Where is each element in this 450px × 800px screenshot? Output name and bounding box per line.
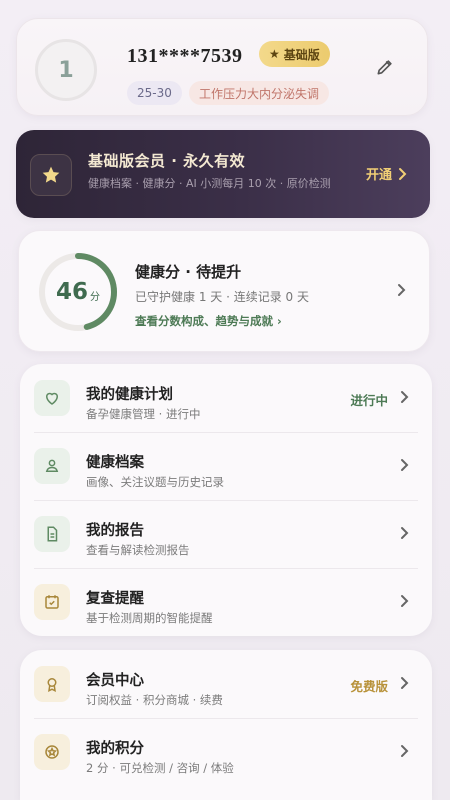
menu-item-subtitle: 查看与解读检测报告	[86, 543, 190, 557]
menu-item-subtitle: 2 分 · 可兑检测 / 咨询 / 体验	[86, 761, 234, 775]
pencil-icon	[377, 60, 392, 75]
avatar[interactable]: 1	[35, 39, 97, 101]
menu-list: 我的健康计划 备孕健康管理 · 进行中 进行中 健康档案 画像、关注议题与历史记…	[20, 364, 432, 636]
menu-item-recheck-reminder[interactable]: 复查提醒 基于检测周期的智能提醒	[20, 568, 432, 636]
account-menu-list: 会员中心 订阅权益 · 积分商城 · 续费 免费版 我的积分 2 分 · 可兑检…	[20, 650, 432, 800]
score-title: 健康分 · 待提升	[135, 263, 242, 281]
menu-item-subtitle: 画像、关注议题与历史记录	[86, 475, 224, 489]
score-subtitle: 已守护健康 1 天 · 连续记录 0 天	[135, 290, 309, 304]
profile-card: 1 131****7539 ★ 基础版 25-30 工作压力大内分泌失调	[16, 18, 428, 116]
menu-item-reports[interactable]: 我的报告 查看与解读检测报告	[20, 500, 432, 568]
menu-item-points[interactable]: 我的积分 2 分 · 可兑检测 / 咨询 / 体验	[20, 718, 432, 786]
menu-item-subtitle: 基于检测周期的智能提醒	[86, 611, 213, 625]
age-tag: 25-30	[127, 81, 182, 105]
chevron-right-icon	[401, 459, 409, 471]
menu-item-title: 会员中心	[86, 673, 144, 689]
chevron-right-icon	[401, 391, 409, 403]
document-icon	[34, 516, 70, 552]
chevron-right-icon	[401, 745, 409, 757]
tier-badge-label: 基础版	[283, 47, 320, 62]
activate-button[interactable]: 开通	[366, 164, 408, 183]
membership-title: 基础版会员 · 永久有效	[88, 152, 246, 170]
menu-item-title: 我的健康计划	[86, 387, 173, 403]
chevron-right-icon	[401, 677, 409, 689]
menu-item-title: 健康档案	[86, 455, 144, 471]
calendar-icon	[34, 584, 70, 620]
score-unit: 分	[90, 291, 100, 303]
badge-icon	[34, 666, 70, 702]
phone-number: 131****7539	[127, 45, 243, 67]
issue-tag: 工作压力大内分泌失调	[189, 81, 330, 105]
star-icon: ★	[269, 47, 280, 61]
chevron-right-icon	[401, 527, 409, 539]
chevron-right-icon	[399, 167, 407, 180]
menu-item-member-center[interactable]: 会员中心 订阅权益 · 积分商城 · 续费 免费版	[20, 650, 432, 718]
health-score-card[interactable]: 46 分 健康分 · 待提升 已守护健康 1 天 · 连续记录 0 天 查看分数…	[18, 230, 430, 352]
status-label: 免费版	[350, 679, 388, 694]
score-number: 46	[55, 279, 88, 305]
edit-button[interactable]	[373, 55, 397, 79]
menu-item-title: 我的积分	[86, 741, 144, 757]
menu-item-health-plan[interactable]: 我的健康计划 备孕健康管理 · 进行中 进行中	[20, 364, 432, 432]
membership-description: 健康档案 · 健康分 · AI 小测每月 10 次 · 原价检测	[88, 177, 331, 190]
star-coin-icon	[34, 734, 70, 770]
activate-label: 开通	[365, 168, 392, 183]
menu-item-subtitle: 备孕健康管理 · 进行中	[86, 407, 201, 421]
star-icon	[30, 154, 72, 196]
person-icon	[34, 448, 70, 484]
menu-item-title: 我的报告	[86, 523, 144, 539]
menu-item-health-record[interactable]: 健康档案 画像、关注议题与历史记录	[20, 432, 432, 500]
chevron-right-icon	[398, 284, 406, 296]
score-value: 46 分	[37, 251, 119, 333]
status-label: 进行中	[350, 393, 388, 408]
menu-item-title: 复查提醒	[86, 591, 144, 607]
tier-badge: ★ 基础版	[259, 41, 330, 67]
membership-banner[interactable]: 基础版会员 · 永久有效 健康档案 · 健康分 · AI 小测每月 10 次 ·…	[16, 130, 430, 218]
heart-icon	[34, 380, 70, 416]
menu-item-subtitle: 订阅权益 · 积分商城 · 续费	[86, 693, 223, 707]
chevron-right-icon	[401, 595, 409, 607]
score-details-link[interactable]: 查看分数构成、趋势与成就 ›	[135, 313, 282, 329]
